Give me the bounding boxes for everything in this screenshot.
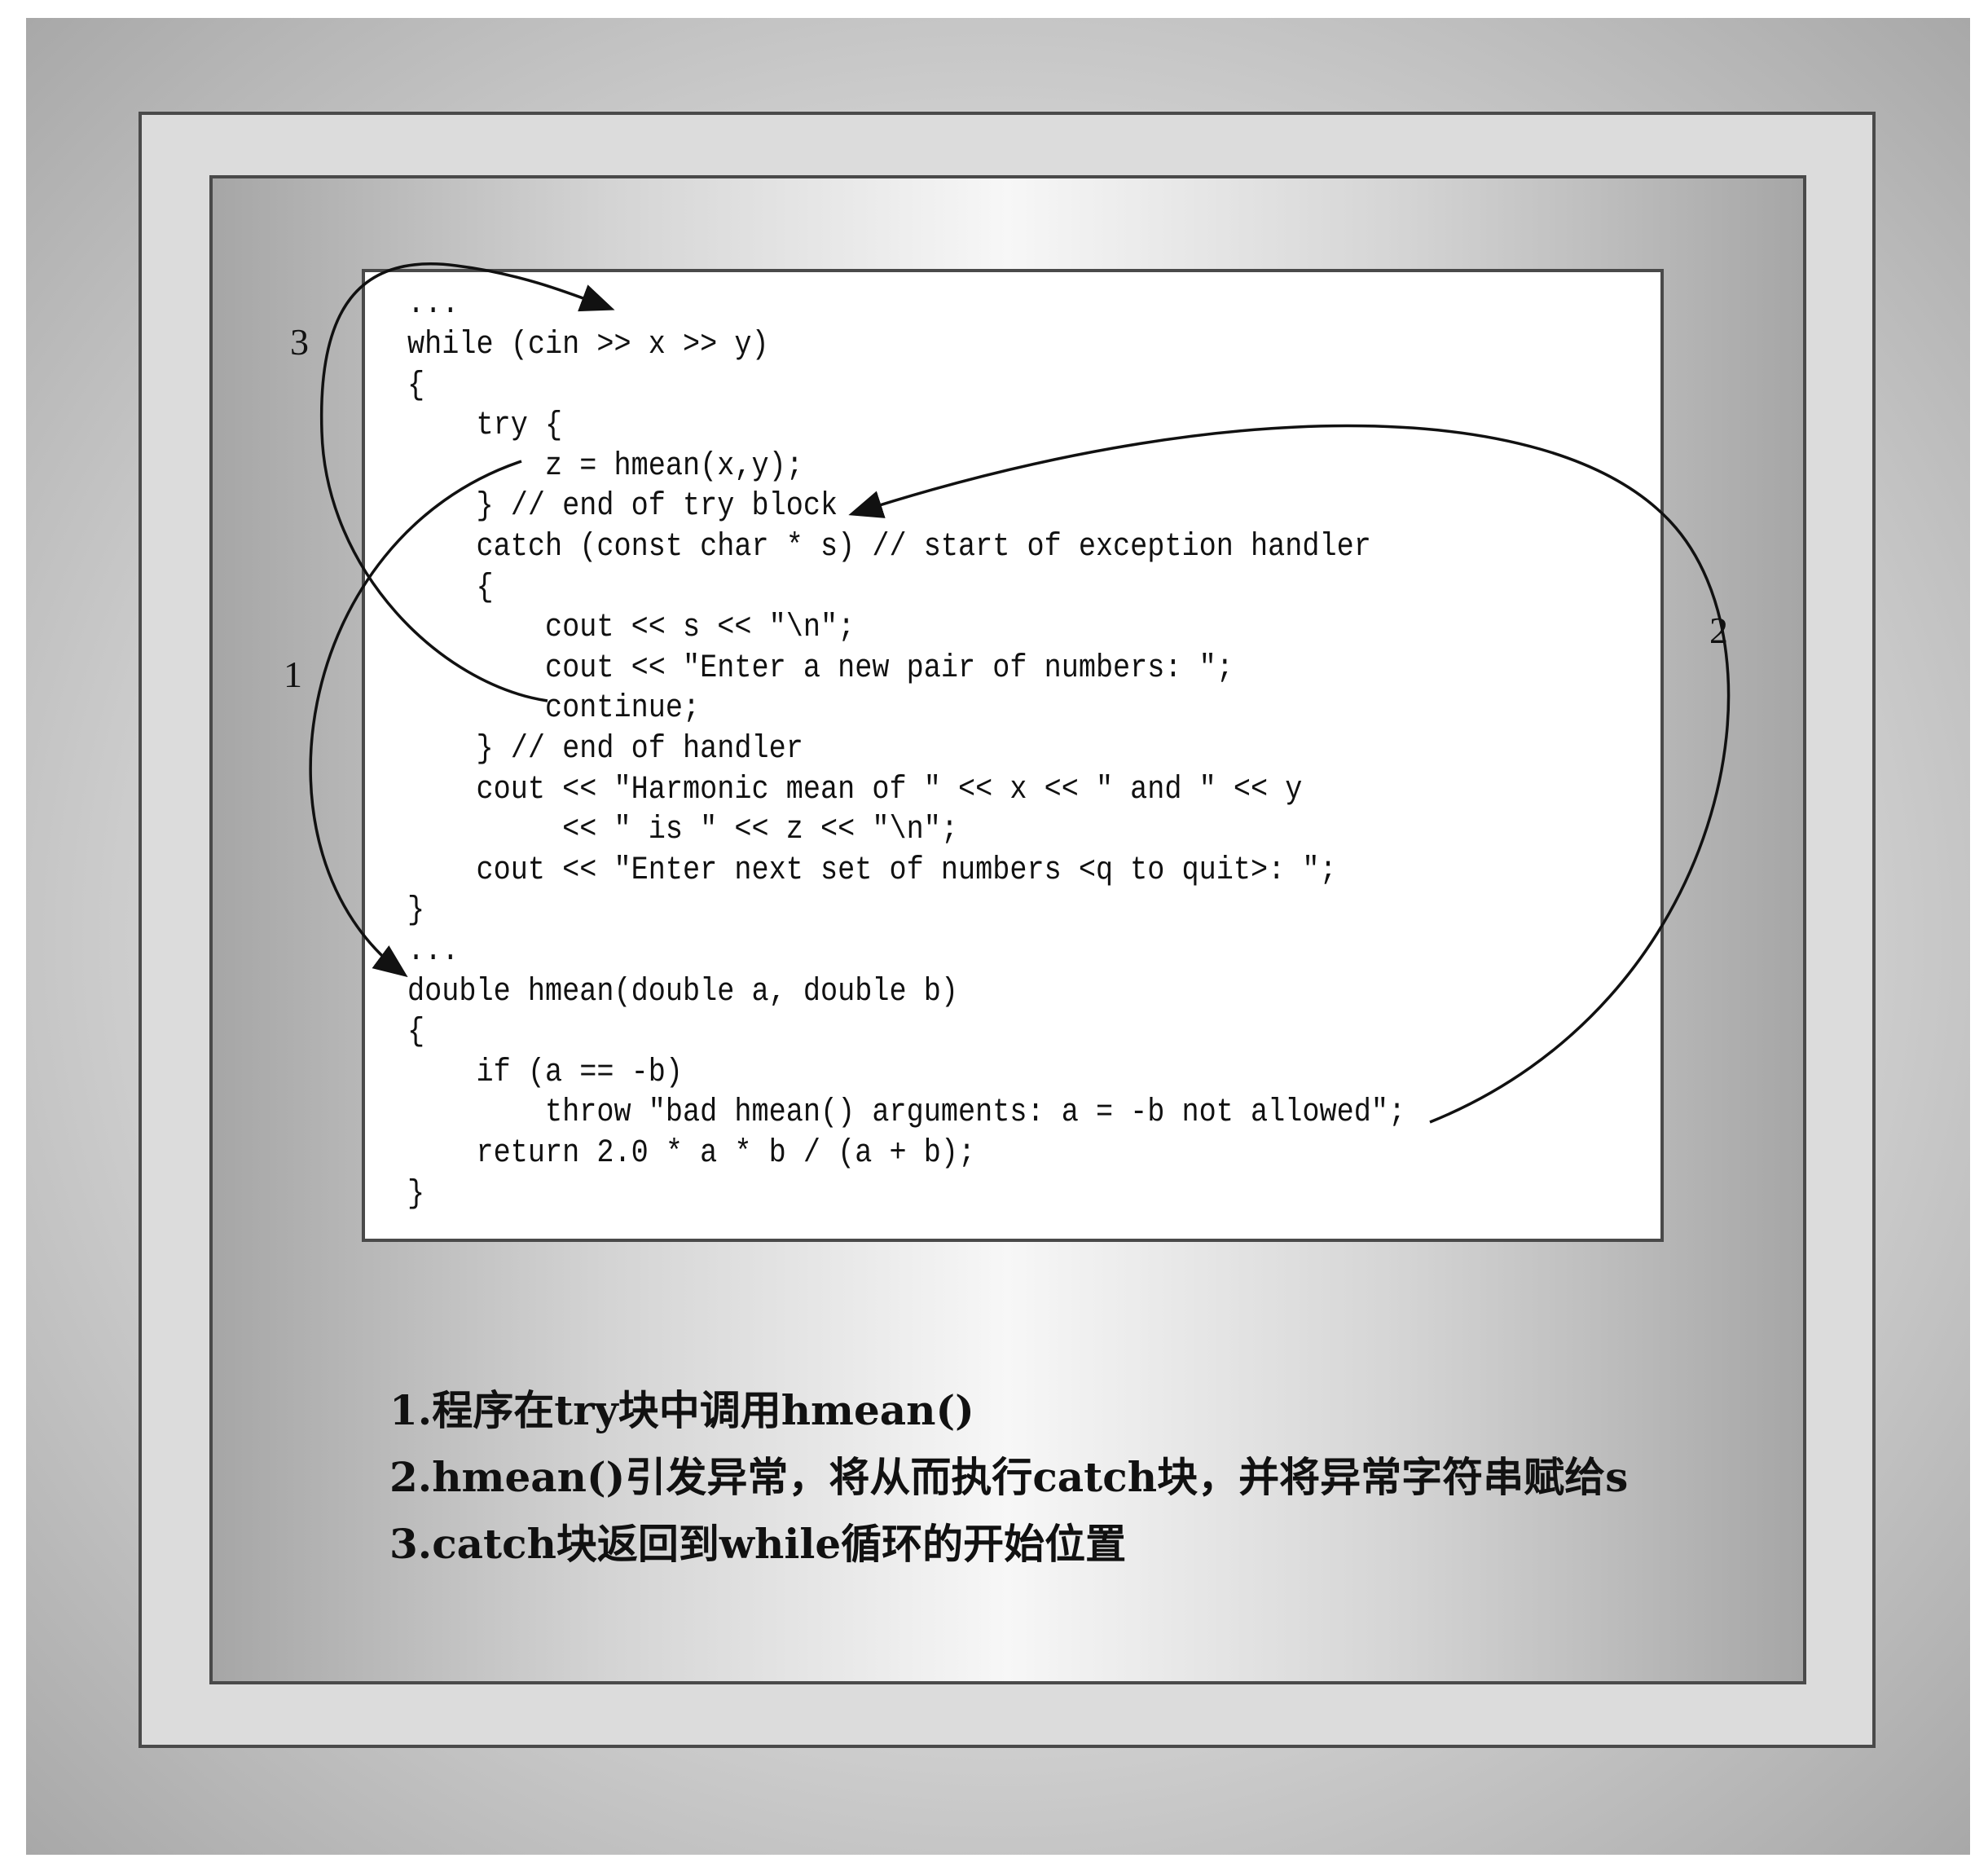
- flow-label-2: 2: [1709, 610, 1728, 651]
- note-3: 3.catch块返回到while循环的开始位置: [389, 1520, 1127, 1568]
- note-2: 2.hmean()引发异常，将从而执行catch块，并将异常字符串赋给s: [389, 1453, 1629, 1501]
- arrow-2-throw: [848, 424, 1731, 1124]
- arrow-3-continue: [319, 262, 615, 702]
- arrow-1-call: [309, 460, 522, 978]
- note-1: 1.程序在try块中调用hmean(): [389, 1386, 974, 1434]
- flow-label-1: 1: [284, 654, 302, 695]
- flow-label-3: 3: [290, 321, 309, 363]
- explanation-notes: 1.程序在try块中调用hmean() 2.hmean()引发异常，将从而执行c…: [389, 1377, 1628, 1578]
- flow-arrows: [309, 262, 1731, 1124]
